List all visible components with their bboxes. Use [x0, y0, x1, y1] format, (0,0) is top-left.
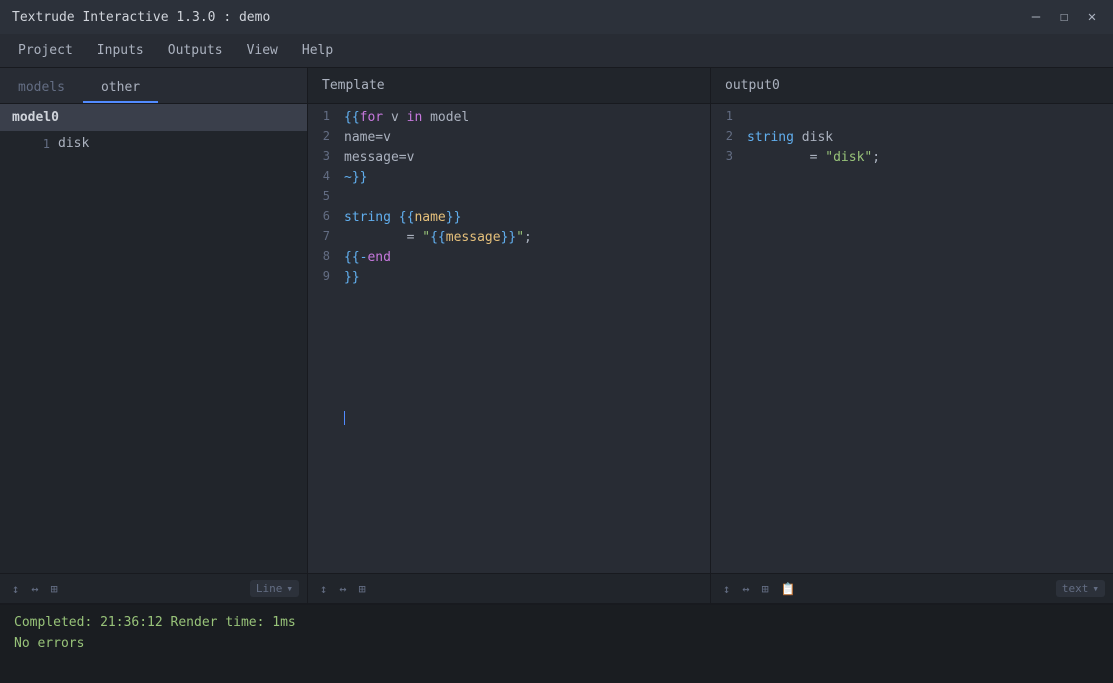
- window-controls: — ☐ ✕: [1027, 8, 1101, 26]
- line-content-9: }}: [344, 268, 710, 288]
- right-footer-icon-4[interactable]: 📋: [777, 580, 800, 598]
- left-panel: models other model0 1 disk ↕ ↔ ⊞ Line ▾: [0, 68, 308, 603]
- footer-icon-2[interactable]: ↔: [27, 580, 42, 598]
- middle-footer-icon-1[interactable]: ↕: [316, 580, 331, 598]
- right-footer-mode[interactable]: text ▾: [1056, 580, 1105, 597]
- footer-line-mode[interactable]: Line ▾: [250, 580, 299, 597]
- line-content-7: = "{{message}}";: [344, 228, 710, 248]
- middle-panel-footer: ↕ ↔ ⊞: [308, 573, 710, 603]
- right-footer-icon-1[interactable]: ↕: [719, 580, 734, 598]
- line-num-6: 6: [308, 208, 344, 223]
- status-errors: No errors: [14, 634, 1099, 655]
- output-line-num-2: 2: [711, 128, 747, 143]
- cursor-line: [308, 408, 710, 428]
- tab-models[interactable]: models: [0, 74, 83, 103]
- line-num-8: 8: [308, 248, 344, 263]
- menu-project[interactable]: Project: [8, 39, 83, 62]
- right-panel-footer: ↕ ↔ ⊞ 📋 text ▾: [711, 573, 1113, 603]
- output-code-area[interactable]: 1 2 string disk 3 = "disk";: [711, 104, 1113, 573]
- line-content-1: {{for v in model: [344, 108, 710, 128]
- template-panel-header: Template: [308, 68, 710, 104]
- middle-panel: Template 1 {{for v in model 2 name=v 3 m…: [308, 68, 711, 603]
- output-title: output0: [725, 78, 780, 93]
- line-num-1: 1: [308, 108, 344, 123]
- output-line-1: 1: [711, 108, 1113, 128]
- output-line-2: 2 string disk: [711, 128, 1113, 148]
- left-panel-footer: ↕ ↔ ⊞ Line ▾: [0, 573, 307, 603]
- footer-icon-1[interactable]: ↕: [8, 580, 23, 598]
- cursor-line-num: [308, 408, 344, 409]
- cursor-content: [344, 408, 710, 428]
- line-num-5: 5: [308, 188, 344, 203]
- line-content-2: name=v: [344, 128, 710, 148]
- left-tab-bar: models other: [0, 68, 307, 104]
- status-bar: Completed: 21:36:12 Render time: 1ms No …: [0, 603, 1113, 683]
- line-num-3: 3: [308, 148, 344, 163]
- menu-inputs[interactable]: Inputs: [87, 39, 154, 62]
- right-panel: output0 1 2 string disk 3 = "disk";: [711, 68, 1113, 603]
- template-code-area[interactable]: 1 {{for v in model 2 name=v 3 message=v …: [308, 104, 710, 573]
- code-line-6: 6 string {{name}}: [308, 208, 710, 228]
- menu-outputs[interactable]: Outputs: [158, 39, 233, 62]
- code-line-7: 7 = "{{message}}";: [308, 228, 710, 248]
- title-text: Textrude Interactive 1.3.0 : demo: [12, 10, 270, 25]
- line-content-3: message=v: [344, 148, 710, 168]
- code-line-3: 3 message=v: [308, 148, 710, 168]
- line-num-4: 4: [308, 168, 344, 183]
- line-content-8: {{-end: [344, 248, 710, 268]
- code-line-9: 9 }}: [308, 268, 710, 288]
- right-footer-mode-label: text: [1062, 582, 1089, 595]
- line-num-9: 9: [308, 268, 344, 283]
- minimize-button[interactable]: —: [1027, 8, 1045, 26]
- middle-footer-icon-3[interactable]: ⊞: [354, 580, 369, 598]
- output-line-num-1: 1: [711, 108, 747, 123]
- menu-help[interactable]: Help: [292, 39, 343, 62]
- output-line-3: 3 = "disk";: [711, 148, 1113, 168]
- tab-other[interactable]: other: [83, 74, 158, 103]
- model-name: disk: [58, 136, 89, 151]
- code-line-8: 8 {{-end: [308, 248, 710, 268]
- template-title: Template: [322, 78, 385, 93]
- model-list: model0 1 disk: [0, 104, 307, 573]
- main-content: models other model0 1 disk ↕ ↔ ⊞ Line ▾: [0, 68, 1113, 683]
- panels: models other model0 1 disk ↕ ↔ ⊞ Line ▾: [0, 68, 1113, 603]
- right-footer-icon-2[interactable]: ↔: [738, 580, 753, 598]
- close-button[interactable]: ✕: [1083, 8, 1101, 26]
- status-completed: Completed: 21:36:12 Render time: 1ms: [14, 613, 1099, 634]
- right-footer-dropdown-icon: ▾: [1092, 582, 1099, 595]
- footer-icon-3[interactable]: ⊞: [46, 580, 61, 598]
- code-line-2: 2 name=v: [308, 128, 710, 148]
- code-line-4: 4 ~}}: [308, 168, 710, 188]
- line-content-6: string {{name}}: [344, 208, 710, 228]
- output-line-content-3: = "disk";: [747, 148, 1113, 168]
- line-num-2: 2: [308, 128, 344, 143]
- line-number: 1: [30, 137, 50, 151]
- maximize-button[interactable]: ☐: [1055, 8, 1073, 26]
- output-line-content-2: string disk: [747, 128, 1113, 148]
- line-num-7: 7: [308, 228, 344, 243]
- footer-mode-label: Line: [256, 582, 283, 595]
- footer-mode-dropdown-icon: ▾: [286, 582, 293, 595]
- middle-footer-icon-2[interactable]: ↔: [335, 580, 350, 598]
- menu-view[interactable]: View: [237, 39, 288, 62]
- code-line-5: 5: [308, 188, 710, 208]
- output-line-num-3: 3: [711, 148, 747, 163]
- right-footer-icon-3[interactable]: ⊞: [757, 580, 772, 598]
- line-content-4: ~}}: [344, 168, 710, 188]
- code-line-1: 1 {{for v in model: [308, 108, 710, 128]
- menu-bar: Project Inputs Outputs View Help: [0, 34, 1113, 68]
- model-group-header[interactable]: model0: [0, 104, 307, 131]
- list-item[interactable]: 1 disk: [0, 131, 307, 156]
- title-bar: Textrude Interactive 1.3.0 : demo — ☐ ✕: [0, 0, 1113, 34]
- output-panel-header: output0: [711, 68, 1113, 104]
